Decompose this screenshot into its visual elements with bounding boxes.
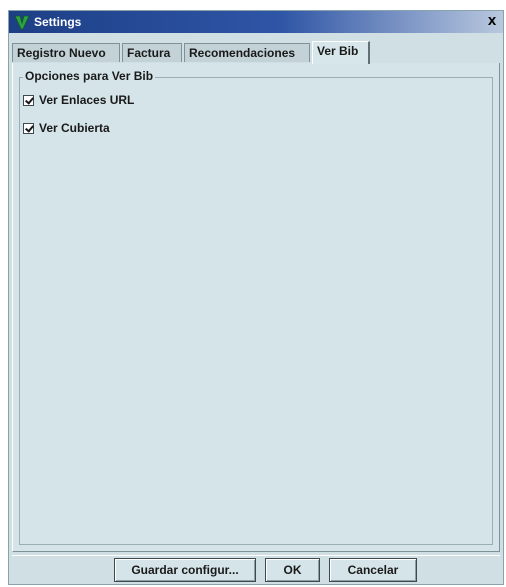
group-title: Opciones para Ver Bib [23,69,156,83]
cancel-button[interactable]: Cancelar [329,558,417,582]
checkbox-checked-icon[interactable] [23,122,34,134]
close-icon[interactable]: x [484,13,500,29]
title-bar[interactable]: Settings x [9,11,503,33]
option-label: Ver Cubierta [39,121,110,135]
v-logo-icon [14,14,30,30]
tab-strip: Registro Nuevo Factura Recomendaciones V… [12,41,500,64]
tab-panel-ver-bib: Opciones para Ver Bib Ver Enlaces URL Ve… [12,63,500,552]
options-group: Opciones para Ver Bib Ver Enlaces URL Ve… [19,69,493,545]
tab-ver-bib[interactable]: Ver Bib [312,41,370,64]
tab-recomendaciones[interactable]: Recomendaciones [184,43,310,62]
tab-factura[interactable]: Factura [122,43,182,62]
tab-registro-nuevo[interactable]: Registro Nuevo [12,43,120,62]
option-ver-enlaces-url[interactable]: Ver Enlaces URL [23,92,134,108]
save-settings-button[interactable]: Guardar configur... [114,558,256,582]
checkbox-checked-icon[interactable] [23,94,34,106]
ok-button[interactable]: OK [265,558,320,582]
option-ver-cubierta[interactable]: Ver Cubierta [23,120,110,136]
window-title: Settings [34,15,82,29]
option-label: Ver Enlaces URL [39,93,135,107]
button-bar: Guardar configur... OK Cancelar [12,555,500,586]
settings-dialog: Settings x Registro Nuevo Factura Recome… [8,10,504,585]
